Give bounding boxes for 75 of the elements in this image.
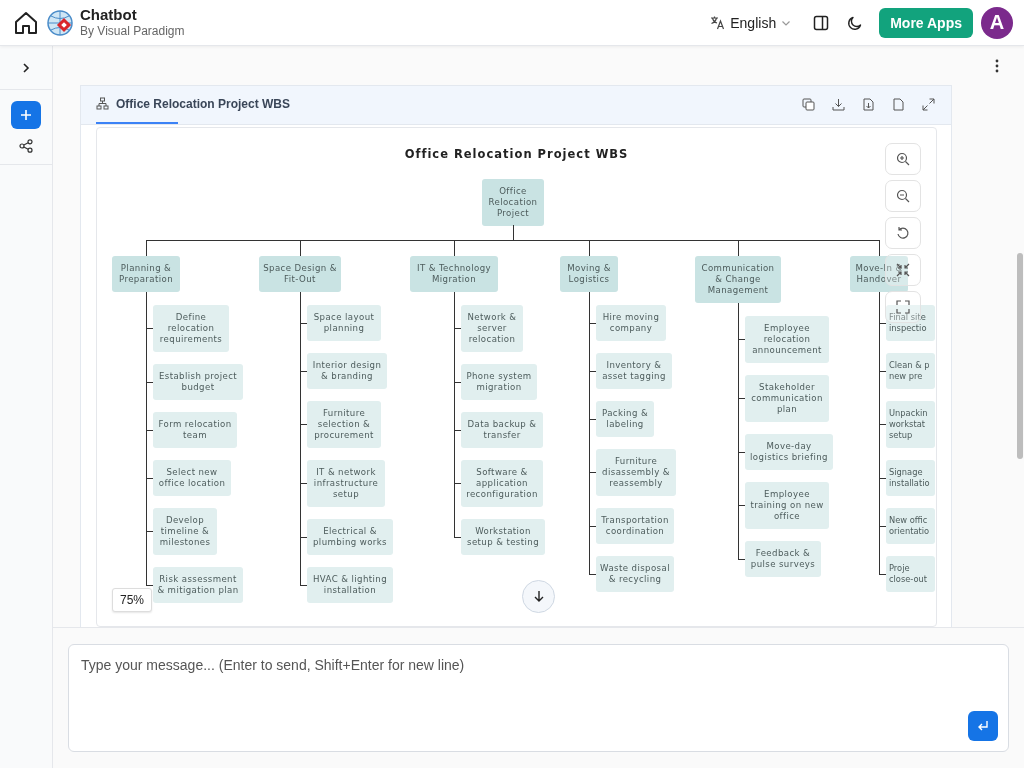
task-node: Electrical & plumbing works — [307, 518, 393, 555]
send-button[interactable] — [968, 711, 998, 741]
home-icon[interactable] — [13, 9, 39, 36]
task-node: Hire moving company — [596, 304, 666, 341]
task-node: Select new office location — [153, 459, 231, 496]
task-node: Form relocation team — [153, 411, 237, 448]
branch-node: Planning & Preparation — [112, 255, 180, 292]
task-node: Furniture selection & procurement — [307, 400, 381, 448]
task-node: Establish project budget — [153, 363, 243, 400]
task-node: Feedback & pulse surveys — [745, 540, 821, 577]
task-node: Transportation coordination — [596, 507, 674, 544]
sidebar-toggle-icon[interactable] — [813, 14, 830, 31]
root-node: Office Relocation Project — [482, 178, 544, 226]
more-options-icon[interactable] — [995, 58, 999, 73]
task-node: Software & application reconfiguration — [461, 459, 543, 507]
scrollbar[interactable] — [1017, 253, 1023, 459]
zoom-level: 75% — [112, 587, 153, 612]
task-node: Waste disposal & recycling — [596, 555, 674, 592]
share-icon[interactable] — [19, 139, 33, 153]
expand-icon[interactable] — [922, 98, 935, 112]
scroll-down-button[interactable] — [522, 579, 555, 613]
task-node: HVAC & lighting installation — [307, 566, 393, 603]
hierarchy-icon — [96, 97, 109, 111]
task-node: New offic orientatio — [886, 507, 935, 544]
expand-icon[interactable] — [21, 61, 31, 74]
diagram-title: Office Relocation Project WBS — [404, 146, 629, 161]
task-node: Phone system migration — [461, 363, 537, 400]
task-node: Employee training on new office — [745, 481, 829, 529]
branch-node: IT & Technology Migration — [410, 255, 498, 292]
task-node: Employee relocation announcement — [745, 315, 829, 363]
task-node: IT & network infrastructure setup — [307, 459, 385, 507]
task-node: Clean & p new pre — [886, 352, 935, 389]
branch-node: Space Design & Fit-Out — [259, 255, 341, 292]
task-node: Workstation setup & testing — [461, 518, 545, 555]
language-selector[interactable]: English — [706, 10, 796, 35]
app-title: Chatbot — [80, 6, 138, 24]
file-icon[interactable] — [892, 98, 905, 112]
task-node: Proje close-out — [886, 555, 935, 592]
enter-icon — [977, 720, 989, 732]
fullscreen-icon — [896, 299, 910, 314]
user-avatar[interactable]: A — [981, 6, 1013, 39]
translate-icon — [710, 15, 726, 30]
arrow-down-icon — [532, 590, 545, 603]
globe-logo-icon — [46, 8, 74, 37]
export-file-icon[interactable] — [862, 98, 875, 112]
rotate-icon — [896, 225, 910, 240]
task-node: Unpackin workstat setup — [886, 400, 935, 448]
task-node: Interior design & branding — [307, 352, 387, 389]
task-node: Network & server relocation — [461, 304, 523, 352]
task-node: Furniture disassembly & reassembly — [596, 448, 676, 496]
task-node: Develop timeline & milestones — [153, 507, 217, 555]
task-node: Define relocation requirements — [153, 304, 229, 352]
task-node: Space layout planning — [307, 304, 381, 341]
task-node: Packing & labeling — [596, 400, 654, 437]
task-node: Inventory & asset tagging — [596, 352, 672, 389]
task-node: Data backup & transfer — [461, 411, 543, 448]
zoom-out-button[interactable] — [885, 179, 921, 212]
branch-node: Communication & Change Management — [695, 255, 781, 303]
task-node: Signage installatio — [886, 459, 935, 496]
task-node: Final site inspectio — [886, 304, 935, 341]
plus-icon — [20, 109, 32, 121]
zoom-in-icon — [896, 151, 910, 166]
branch-node: Moving & Logistics — [560, 255, 618, 292]
app-subtitle: By Visual Paradigm — [80, 24, 185, 39]
zoom-in-button[interactable] — [885, 142, 921, 175]
copy-image-icon[interactable] — [802, 98, 815, 112]
task-node: Stakeholder communication plan — [745, 374, 829, 422]
new-chat-button[interactable] — [11, 101, 41, 129]
moon-icon[interactable] — [847, 14, 864, 31]
zoom-out-icon — [896, 188, 910, 203]
task-node: Risk assessment & mitigation plan — [153, 566, 243, 603]
task-node: Move-day logistics briefing — [745, 433, 833, 470]
reset-button[interactable] — [885, 216, 921, 249]
download-icon[interactable] — [832, 98, 845, 112]
collapse-icon — [896, 262, 910, 277]
